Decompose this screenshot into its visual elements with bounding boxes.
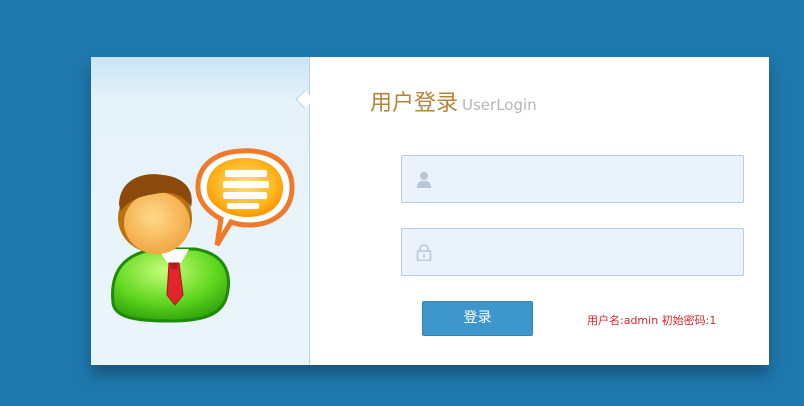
user-with-speech-bubble-icon: [111, 148, 295, 323]
user-icon: [417, 172, 431, 188]
illustration-panel: [91, 57, 310, 365]
password-input[interactable]: [444, 229, 734, 275]
credentials-hint: 用户名:admin 初始密码:1: [587, 314, 717, 327]
username-field[interactable]: [401, 155, 744, 203]
password-field[interactable]: [401, 228, 744, 276]
page-title: 用户登录: [370, 91, 459, 116]
login-title: 用户登录 UserLogin: [370, 85, 537, 117]
username-input[interactable]: [444, 156, 734, 202]
login-button[interactable]: 登录: [422, 301, 533, 336]
page-subtitle: UserLogin: [462, 96, 537, 114]
login-card: 用户登录 UserLogin 登录 用户名:admin 初始密码:1: [91, 57, 769, 365]
lock-icon: [416, 244, 432, 261]
